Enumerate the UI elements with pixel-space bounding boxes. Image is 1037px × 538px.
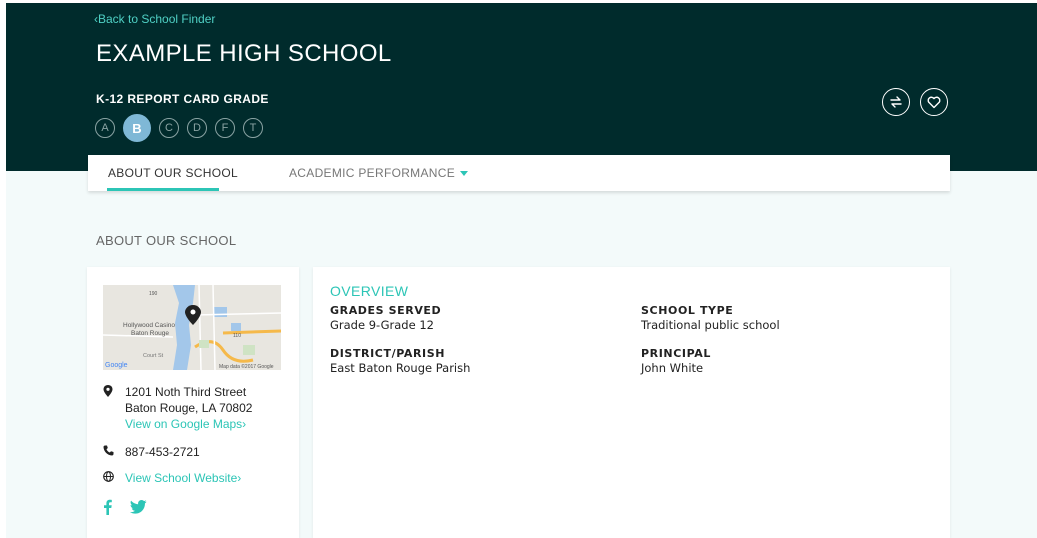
district-label: DISTRICT/PARISH xyxy=(330,347,446,360)
section-title: ABOUT OUR SCHOOL xyxy=(96,233,237,248)
content-area: ABOUT OUR SCHOOL Hollywood Casino Baton … xyxy=(6,171,1037,538)
school-type-field: SCHOOL TYPE Traditional public school xyxy=(641,304,780,332)
view-school-website-link[interactable]: View School Website› xyxy=(125,470,241,486)
map-graphic: Hollywood Casino Baton Rouge Court St Go… xyxy=(103,285,281,370)
map-google-brand: Google xyxy=(105,362,128,369)
phone-icon xyxy=(103,444,125,460)
school-overview-card: OVERVIEW GRADES SERVED Grade 9-Grade 12 … xyxy=(313,267,950,538)
district-field: DISTRICT/PARISH East Baton Rouge Parish xyxy=(330,347,470,375)
district-value: East Baton Rouge Parish xyxy=(330,361,471,375)
school-header: ‹Back to School Finder EXAMPLE HIGH SCHO… xyxy=(6,3,1037,171)
view-on-google-maps-link[interactable]: View on Google Maps› xyxy=(125,416,252,432)
principal-value: John White xyxy=(641,361,704,375)
phone-row: 887-453-2721 xyxy=(103,444,200,460)
phone-number: 887-453-2721 xyxy=(125,445,200,459)
grades-served-field: GRADES SERVED Grade 9-Grade 12 xyxy=(330,304,441,332)
report-card-grade-label: K-12 REPORT CARD GRADE xyxy=(96,92,269,106)
school-location-map[interactable]: Hollywood Casino Baton Rouge Court St Go… xyxy=(103,285,281,370)
grade-c: C xyxy=(159,118,179,138)
map-route-110: 110 xyxy=(233,333,241,339)
tab-academic-performance-label: ACADEMIC PERFORMANCE xyxy=(289,166,456,180)
active-tab-indicator xyxy=(107,188,219,191)
school-contact-card: Hollywood Casino Baton Rouge Court St Go… xyxy=(87,267,299,538)
address-line1: 1201 Noth Third Street xyxy=(125,385,247,399)
back-to-school-finder-link[interactable]: ‹Back to School Finder xyxy=(94,12,215,26)
grade-b-selected: B xyxy=(123,114,151,142)
school-name: EXAMPLE HIGH SCHOOL xyxy=(96,40,392,67)
favorite-button[interactable] xyxy=(920,88,948,116)
map-label-baton-rouge: Baton Rouge xyxy=(131,330,169,337)
caret-down-icon xyxy=(460,171,469,177)
school-tabs: ABOUT OUR SCHOOL ACADEMIC PERFORMANCE xyxy=(88,155,950,191)
heart-icon xyxy=(927,96,941,109)
grade-d: D xyxy=(187,118,207,138)
facebook-icon[interactable] xyxy=(103,499,112,515)
grade-a: A xyxy=(95,118,115,138)
tab-about-our-school[interactable]: ABOUT OUR SCHOOL xyxy=(108,166,238,180)
map-attribution: Map data ©2017 Google xyxy=(219,363,274,370)
map-label-street: Court St xyxy=(143,353,164,359)
tab-academic-performance[interactable]: ACADEMIC PERFORMANCE xyxy=(289,166,469,180)
principal-field: PRINCIPAL John White xyxy=(641,347,711,375)
principal-label: PRINCIPAL xyxy=(641,347,711,360)
compare-icon xyxy=(890,96,902,108)
grade-f: F xyxy=(215,118,235,138)
map-route-190: 190 xyxy=(149,291,158,297)
school-type-label: SCHOOL TYPE xyxy=(641,304,734,317)
grades-served-value: Grade 9-Grade 12 xyxy=(330,318,434,332)
school-type-value: Traditional public school xyxy=(641,318,780,332)
social-links xyxy=(103,499,147,515)
twitter-icon[interactable] xyxy=(130,500,147,514)
grade-t: T xyxy=(243,118,263,138)
address-row: 1201 Noth Third Street Baton Rouge, LA 7… xyxy=(103,384,252,432)
website-row: View School Website› xyxy=(103,470,241,486)
address-line2: Baton Rouge, LA 70802 xyxy=(125,401,253,415)
overview-title: OVERVIEW xyxy=(330,283,409,299)
grades-served-label: GRADES SERVED xyxy=(330,304,442,317)
compare-button[interactable] xyxy=(882,88,910,116)
map-label-casino: Hollywood Casino xyxy=(123,322,175,329)
globe-icon xyxy=(103,470,125,486)
grade-scale: A B C D F T xyxy=(95,114,263,142)
location-pin-icon xyxy=(103,384,125,432)
